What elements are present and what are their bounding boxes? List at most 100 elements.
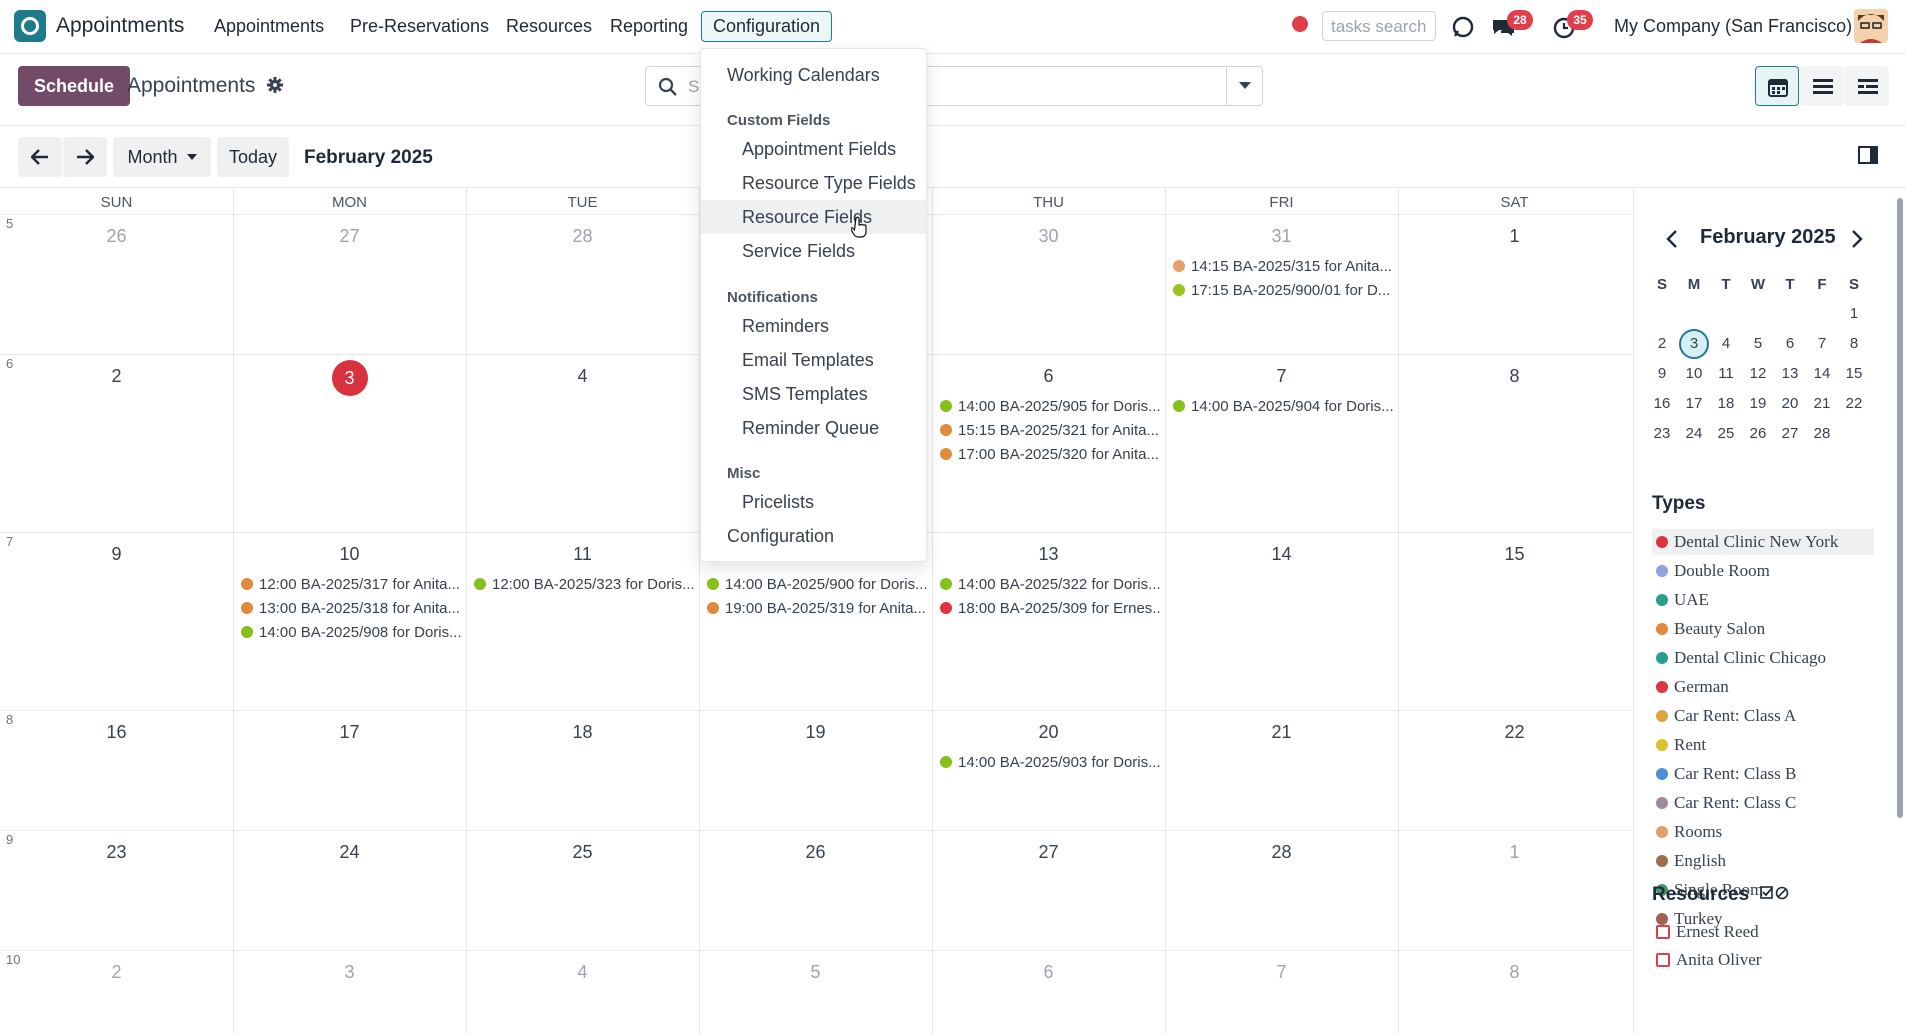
menu-pre-reservations[interactable]: Pre-Reservations (350, 16, 489, 37)
type-filter-item[interactable]: Rooms (1652, 819, 1874, 845)
day-number[interactable]: 5 (699, 962, 932, 983)
menu-item-resource-fields[interactable]: Resource Fields (701, 200, 926, 234)
day-number[interactable]: 2 (0, 962, 233, 983)
mini-day[interactable]: 7 (1806, 335, 1838, 352)
day-number[interactable]: 6 (932, 366, 1165, 387)
day-number[interactable]: 28 (466, 226, 699, 247)
day-number[interactable]: 3 (233, 360, 466, 396)
day-number[interactable]: 27 (932, 842, 1165, 863)
mini-day[interactable]: 25 (1710, 425, 1742, 442)
mini-day[interactable]: 6 (1774, 335, 1806, 352)
mini-day[interactable]: 24 (1678, 425, 1710, 442)
day-number[interactable]: 17 (233, 722, 466, 743)
menu-reporting[interactable]: Reporting (610, 16, 688, 37)
day-number[interactable]: 8 (1398, 962, 1631, 983)
day-number[interactable]: 10 (233, 544, 466, 565)
mini-day[interactable]: 23 (1646, 425, 1678, 442)
day-number[interactable]: 2 (0, 366, 233, 387)
day-number[interactable]: 4 (466, 962, 699, 983)
sidebar-toggle-icon[interactable] (1858, 146, 1878, 164)
day-number[interactable]: 26 (0, 226, 233, 247)
calendar-event[interactable]: 12:00 BA-2025/323 for Doris... (474, 576, 694, 593)
mini-day[interactable]: 12 (1742, 365, 1774, 382)
scale-dropdown[interactable]: Month (113, 137, 211, 177)
menu-appointments[interactable]: Appointments (214, 16, 324, 37)
gear-icon[interactable] (266, 76, 284, 94)
calendar-view-button[interactable] (1755, 66, 1799, 106)
type-filter-item[interactable]: English (1652, 848, 1874, 874)
day-number[interactable]: 26 (699, 842, 932, 863)
mini-next-month-icon[interactable] (1851, 230, 1863, 248)
mini-day[interactable]: 15 (1838, 365, 1870, 382)
previous-button[interactable] (18, 137, 62, 177)
mini-day[interactable]: 1 (1838, 305, 1870, 322)
side-panel-scrollbar[interactable] (1897, 198, 1903, 818)
day-number[interactable]: 1 (1398, 226, 1631, 247)
next-button[interactable] (63, 137, 107, 177)
calendar-event[interactable]: 14:00 BA-2025/322 for Doris... (940, 576, 1160, 593)
mini-day[interactable]: 28 (1806, 425, 1838, 442)
day-number[interactable]: 25 (466, 842, 699, 863)
resource-checkbox[interactable] (1656, 953, 1670, 967)
menu-item-appointment-fields[interactable]: Appointment Fields (701, 132, 926, 166)
type-filter-item[interactable]: Rent (1652, 732, 1874, 758)
calendar-event[interactable]: 15:15 BA-2025/321 for Anita... (940, 422, 1160, 439)
day-number[interactable]: 13 (932, 544, 1165, 565)
menu-resources[interactable]: Resources (506, 16, 592, 37)
mini-day[interactable]: 19 (1742, 395, 1774, 412)
select-all-icon[interactable] (1760, 886, 1790, 900)
menu-item-reminder-queue[interactable]: Reminder Queue (701, 411, 926, 445)
menu-item-email-templates[interactable]: Email Templates (701, 343, 926, 377)
day-number[interactable]: 19 (699, 722, 932, 743)
mini-day[interactable]: 14 (1806, 365, 1838, 382)
mini-day[interactable]: 20 (1774, 395, 1806, 412)
mini-prev-month-icon[interactable] (1666, 230, 1678, 248)
type-filter-item[interactable]: Car Rent: Class A (1652, 703, 1874, 729)
day-number[interactable]: 20 (932, 722, 1165, 743)
calendar-event[interactable]: 14:00 BA-2025/905 for Doris... (940, 398, 1160, 415)
type-filter-item[interactable]: German (1652, 674, 1874, 700)
calendar-event[interactable]: 12:00 BA-2025/317 for Anita... (241, 576, 461, 593)
calendar-event[interactable]: 17:15 BA-2025/900/01 for D... (1173, 282, 1393, 299)
type-filter-item[interactable]: Car Rent: Class C (1652, 790, 1874, 816)
day-number[interactable]: 23 (0, 842, 233, 863)
type-filter-item[interactable]: Beauty Salon (1652, 616, 1874, 642)
company-switcher[interactable]: My Company (San Francisco) (1614, 16, 1852, 37)
recording-dot-icon[interactable] (1292, 16, 1308, 32)
calendar-event[interactable]: 14:00 BA-2025/908 for Doris... (241, 624, 461, 641)
day-number[interactable]: 15 (1398, 544, 1631, 565)
type-filter-item[interactable]: Car Rent: Class B (1652, 761, 1874, 787)
mini-day[interactable]: 10 (1678, 365, 1710, 382)
day-number[interactable]: 9 (0, 544, 233, 565)
calendar-event[interactable]: 14:15 BA-2025/315 for Anita... (1173, 258, 1393, 275)
menu-item-service-fields[interactable]: Service Fields (701, 234, 926, 268)
mini-day[interactable]: 22 (1838, 395, 1870, 412)
user-avatar[interactable] (1854, 9, 1888, 43)
today-button[interactable]: Today (217, 137, 289, 177)
app-logo-icon[interactable] (14, 10, 46, 42)
day-number[interactable]: 8 (1398, 366, 1631, 387)
type-filter-item[interactable]: Double Room (1652, 558, 1874, 584)
resource-filter-item[interactable]: Ernest Reed (1652, 919, 1874, 945)
calendar-event[interactable]: 14:00 BA-2025/903 for Doris... (940, 754, 1160, 771)
day-number[interactable]: 16 (0, 722, 233, 743)
mini-day[interactable]: 8 (1838, 335, 1870, 352)
mini-day[interactable]: 18 (1710, 395, 1742, 412)
menu-item-configuration[interactable]: Configuration (701, 519, 926, 553)
mini-day[interactable]: 4 (1710, 335, 1742, 352)
day-number[interactable]: 1 (1398, 842, 1631, 863)
day-number[interactable]: 27 (233, 226, 466, 247)
type-filter-item[interactable]: UAE (1652, 587, 1874, 613)
mini-day[interactable]: 16 (1646, 395, 1678, 412)
mini-day[interactable]: 5 (1742, 335, 1774, 352)
day-number[interactable]: 7 (1165, 962, 1398, 983)
day-number[interactable]: 18 (466, 722, 699, 743)
day-number[interactable]: 14 (1165, 544, 1398, 565)
menu-item-resource-type-fields[interactable]: Resource Type Fields (701, 166, 926, 200)
resource-filter-item[interactable]: Anita Oliver (1652, 947, 1874, 973)
mini-day[interactable]: 11 (1710, 365, 1742, 382)
day-number[interactable]: 7 (1165, 366, 1398, 387)
app-name[interactable]: Appointments (56, 14, 184, 38)
day-number[interactable]: 28 (1165, 842, 1398, 863)
discuss-icon[interactable] (1450, 14, 1476, 40)
